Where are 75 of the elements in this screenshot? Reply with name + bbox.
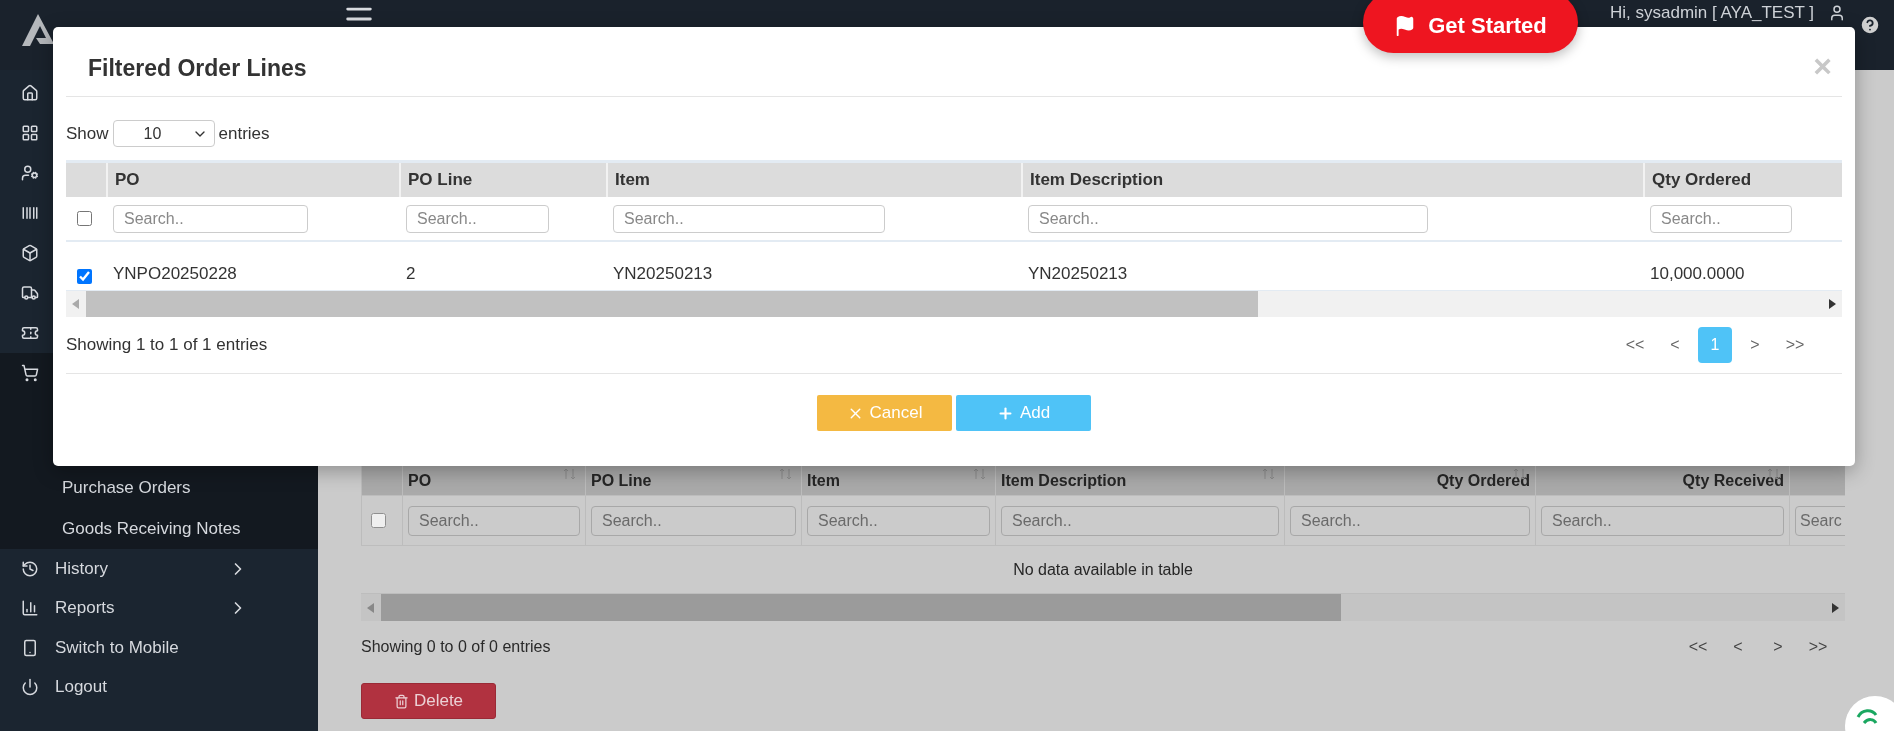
page-button[interactable]: << bbox=[1618, 327, 1652, 363]
reports-icon bbox=[21, 599, 39, 618]
nav-item[interactable]: Reports bbox=[0, 588, 318, 628]
user-greeting: Hi, sysadmin [ AYA_TEST ] bbox=[1610, 3, 1815, 23]
search-field[interactable]: Search.. bbox=[807, 505, 990, 536]
entries-info: Showing 0 to 0 of 0 entries bbox=[361, 638, 551, 656]
get-started-button[interactable]: Get Started bbox=[1363, 0, 1578, 53]
select-all-checkbox[interactable] bbox=[77, 211, 92, 226]
box-icon[interactable] bbox=[21, 244, 39, 262]
grid-icon[interactable] bbox=[21, 124, 39, 142]
trash-icon bbox=[393, 693, 409, 709]
column-header[interactable]: Qty Ordered bbox=[1652, 170, 1752, 190]
plus-icon bbox=[996, 404, 1014, 422]
column-header[interactable]: PO Line bbox=[591, 471, 652, 490]
scrollbar-thumb[interactable] bbox=[86, 291, 1258, 317]
logout-icon bbox=[21, 678, 39, 697]
table-cell: YN20250213 bbox=[613, 264, 713, 284]
submenu-item[interactable]: Purchase Orders bbox=[0, 467, 318, 508]
column-header[interactable]: Qty Ordered bbox=[1436, 471, 1530, 490]
column-header[interactable]: Item Description bbox=[1001, 471, 1127, 490]
truck-icon[interactable] bbox=[21, 284, 39, 302]
select-all-checkbox[interactable] bbox=[371, 513, 386, 528]
scroll-right-icon[interactable] bbox=[1828, 299, 1836, 309]
page-button[interactable]: < bbox=[1721, 629, 1755, 665]
cart-icon[interactable] bbox=[21, 364, 39, 382]
search-field[interactable]: Searc bbox=[1795, 505, 1845, 536]
search-field[interactable]: Search.. bbox=[1028, 204, 1428, 233]
nav-item[interactable]: History bbox=[0, 549, 318, 589]
column-header[interactable]: PO bbox=[115, 170, 140, 190]
entries-label: entries bbox=[218, 123, 270, 144]
nav-item[interactable]: Switch to Mobile bbox=[0, 628, 318, 668]
page-button[interactable]: >> bbox=[1801, 629, 1835, 665]
column-header[interactable]: PO bbox=[408, 471, 432, 490]
search-field[interactable]: Search.. bbox=[1650, 204, 1792, 233]
page-button[interactable]: < bbox=[1658, 327, 1692, 363]
page-button[interactable]: > bbox=[1761, 629, 1795, 665]
user-icon[interactable] bbox=[21, 164, 39, 182]
empty-message: No data available in table bbox=[1012, 559, 1194, 580]
column-header[interactable]: Item bbox=[807, 471, 840, 490]
table-cell: 10,000.0000 bbox=[1650, 264, 1745, 284]
help-icon[interactable] bbox=[1859, 14, 1881, 36]
page-button[interactable]: << bbox=[1681, 629, 1715, 665]
scroll-right-icon[interactable] bbox=[1831, 602, 1839, 613]
entries-info: Showing 1 to 1 of 1 entries bbox=[66, 335, 268, 355]
user-icon[interactable] bbox=[1828, 4, 1846, 22]
modal-title: Filtered Order Lines bbox=[88, 55, 307, 82]
search-field[interactable]: Search.. bbox=[613, 204, 885, 233]
search-field[interactable]: Search.. bbox=[406, 204, 549, 233]
column-header[interactable]: Qty Received bbox=[1682, 471, 1784, 490]
search-field[interactable]: Search.. bbox=[1541, 505, 1784, 536]
row-checkbox[interactable] bbox=[77, 269, 92, 284]
table-cell: YN20250213 bbox=[1028, 264, 1128, 284]
submenu-item[interactable]: Goods Receiving Notes bbox=[0, 508, 318, 549]
barcode-icon[interactable] bbox=[21, 204, 39, 222]
scrollbar-thumb[interactable] bbox=[381, 594, 1341, 621]
mobile-icon bbox=[21, 638, 39, 657]
history-icon bbox=[21, 559, 39, 578]
page-length-select[interactable]: 10 bbox=[112, 120, 215, 147]
search-field[interactable]: Search.. bbox=[1001, 505, 1279, 536]
column-header[interactable]: Item bbox=[615, 170, 650, 190]
nav-item[interactable]: Logout bbox=[0, 667, 318, 707]
delete-button[interactable]: Delete bbox=[361, 683, 496, 719]
ticket-icon[interactable] bbox=[21, 324, 39, 342]
search-field[interactable]: Search.. bbox=[591, 505, 796, 536]
column-header[interactable]: PO Line bbox=[408, 170, 473, 190]
table-cell: 2 bbox=[406, 264, 416, 284]
page-button[interactable]: >> bbox=[1778, 327, 1812, 363]
search-field[interactable]: Search.. bbox=[1290, 505, 1530, 536]
home-icon[interactable] bbox=[21, 84, 39, 102]
table-cell: YNPO20250228 bbox=[113, 264, 237, 284]
search-field[interactable]: Search.. bbox=[408, 505, 580, 536]
search-field[interactable]: Search.. bbox=[113, 204, 308, 233]
page-button[interactable]: > bbox=[1738, 327, 1772, 363]
show-label: Show bbox=[66, 123, 109, 144]
column-header[interactable]: Item Description bbox=[1030, 170, 1164, 190]
